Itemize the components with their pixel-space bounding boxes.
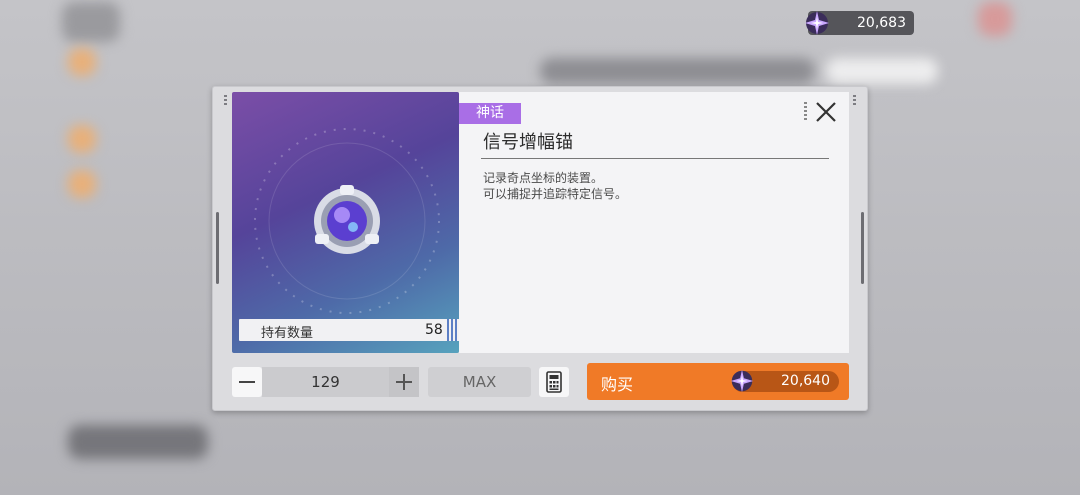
calculator-icon xyxy=(546,371,562,393)
blurred-header-bar xyxy=(540,58,815,84)
quantity-field[interactable]: 129 xyxy=(262,367,389,397)
blurred-menu-button xyxy=(62,2,120,42)
increase-quantity-button[interactable] xyxy=(389,367,419,397)
item-illustration xyxy=(254,128,440,314)
currency-amount: 20,683 xyxy=(857,15,906,31)
owned-count-bar: 持有数量 58 xyxy=(239,319,459,341)
currency-display: 20,683 xyxy=(805,11,914,35)
signal-anchor-icon xyxy=(314,185,380,254)
close-dots xyxy=(804,102,807,120)
purchase-dialog: 持有数量 58 神话 信号增幅锚 记录奇点坐标的装置。 可以捕捉并追踪特定信号。… xyxy=(212,86,868,411)
blurred-list-item xyxy=(68,170,96,198)
dialog-corner-dots xyxy=(224,95,227,107)
close-button[interactable] xyxy=(804,100,838,124)
barcode-decoration xyxy=(447,319,459,341)
description-line: 记录奇点坐标的装置。 xyxy=(483,171,604,185)
close-icon xyxy=(816,102,836,122)
title-divider xyxy=(481,158,829,159)
item-image-card: 持有数量 58 xyxy=(232,92,459,353)
blurred-list-item xyxy=(68,48,96,76)
dialog-corner-dots xyxy=(853,95,856,107)
buy-button[interactable]: 购买 20,640 xyxy=(587,363,849,400)
price-amount: 20,640 xyxy=(781,373,830,389)
calculator-button[interactable] xyxy=(539,367,569,397)
description-line: 可以捕捉并追踪特定信号。 xyxy=(483,187,628,201)
item-description: 记录奇点坐标的装置。 可以捕捉并追踪特定信号。 xyxy=(483,170,627,202)
star-crystal-icon xyxy=(730,369,754,393)
owned-count: 58 xyxy=(425,322,443,338)
blurred-list-item xyxy=(68,125,96,153)
item-info-panel: 神话 信号增幅锚 记录奇点坐标的装置。 可以捕捉并追踪特定信号。 xyxy=(459,92,849,353)
dialog-edge-left xyxy=(216,212,219,284)
dialog-edge-right xyxy=(861,212,864,284)
max-quantity-button[interactable]: MAX xyxy=(428,367,531,397)
buy-label: 购买 xyxy=(601,375,634,394)
decrease-quantity-button[interactable] xyxy=(232,367,262,397)
blurred-header-chip xyxy=(826,58,938,84)
star-crystal-icon xyxy=(805,11,829,35)
item-name: 信号增幅锚 xyxy=(483,132,573,153)
blurred-button xyxy=(68,425,208,459)
owned-label: 持有数量 xyxy=(261,326,314,341)
blurred-red-icon xyxy=(978,2,1012,36)
price-pill: 20,640 xyxy=(730,369,839,393)
rarity-badge: 神话 xyxy=(459,103,521,124)
